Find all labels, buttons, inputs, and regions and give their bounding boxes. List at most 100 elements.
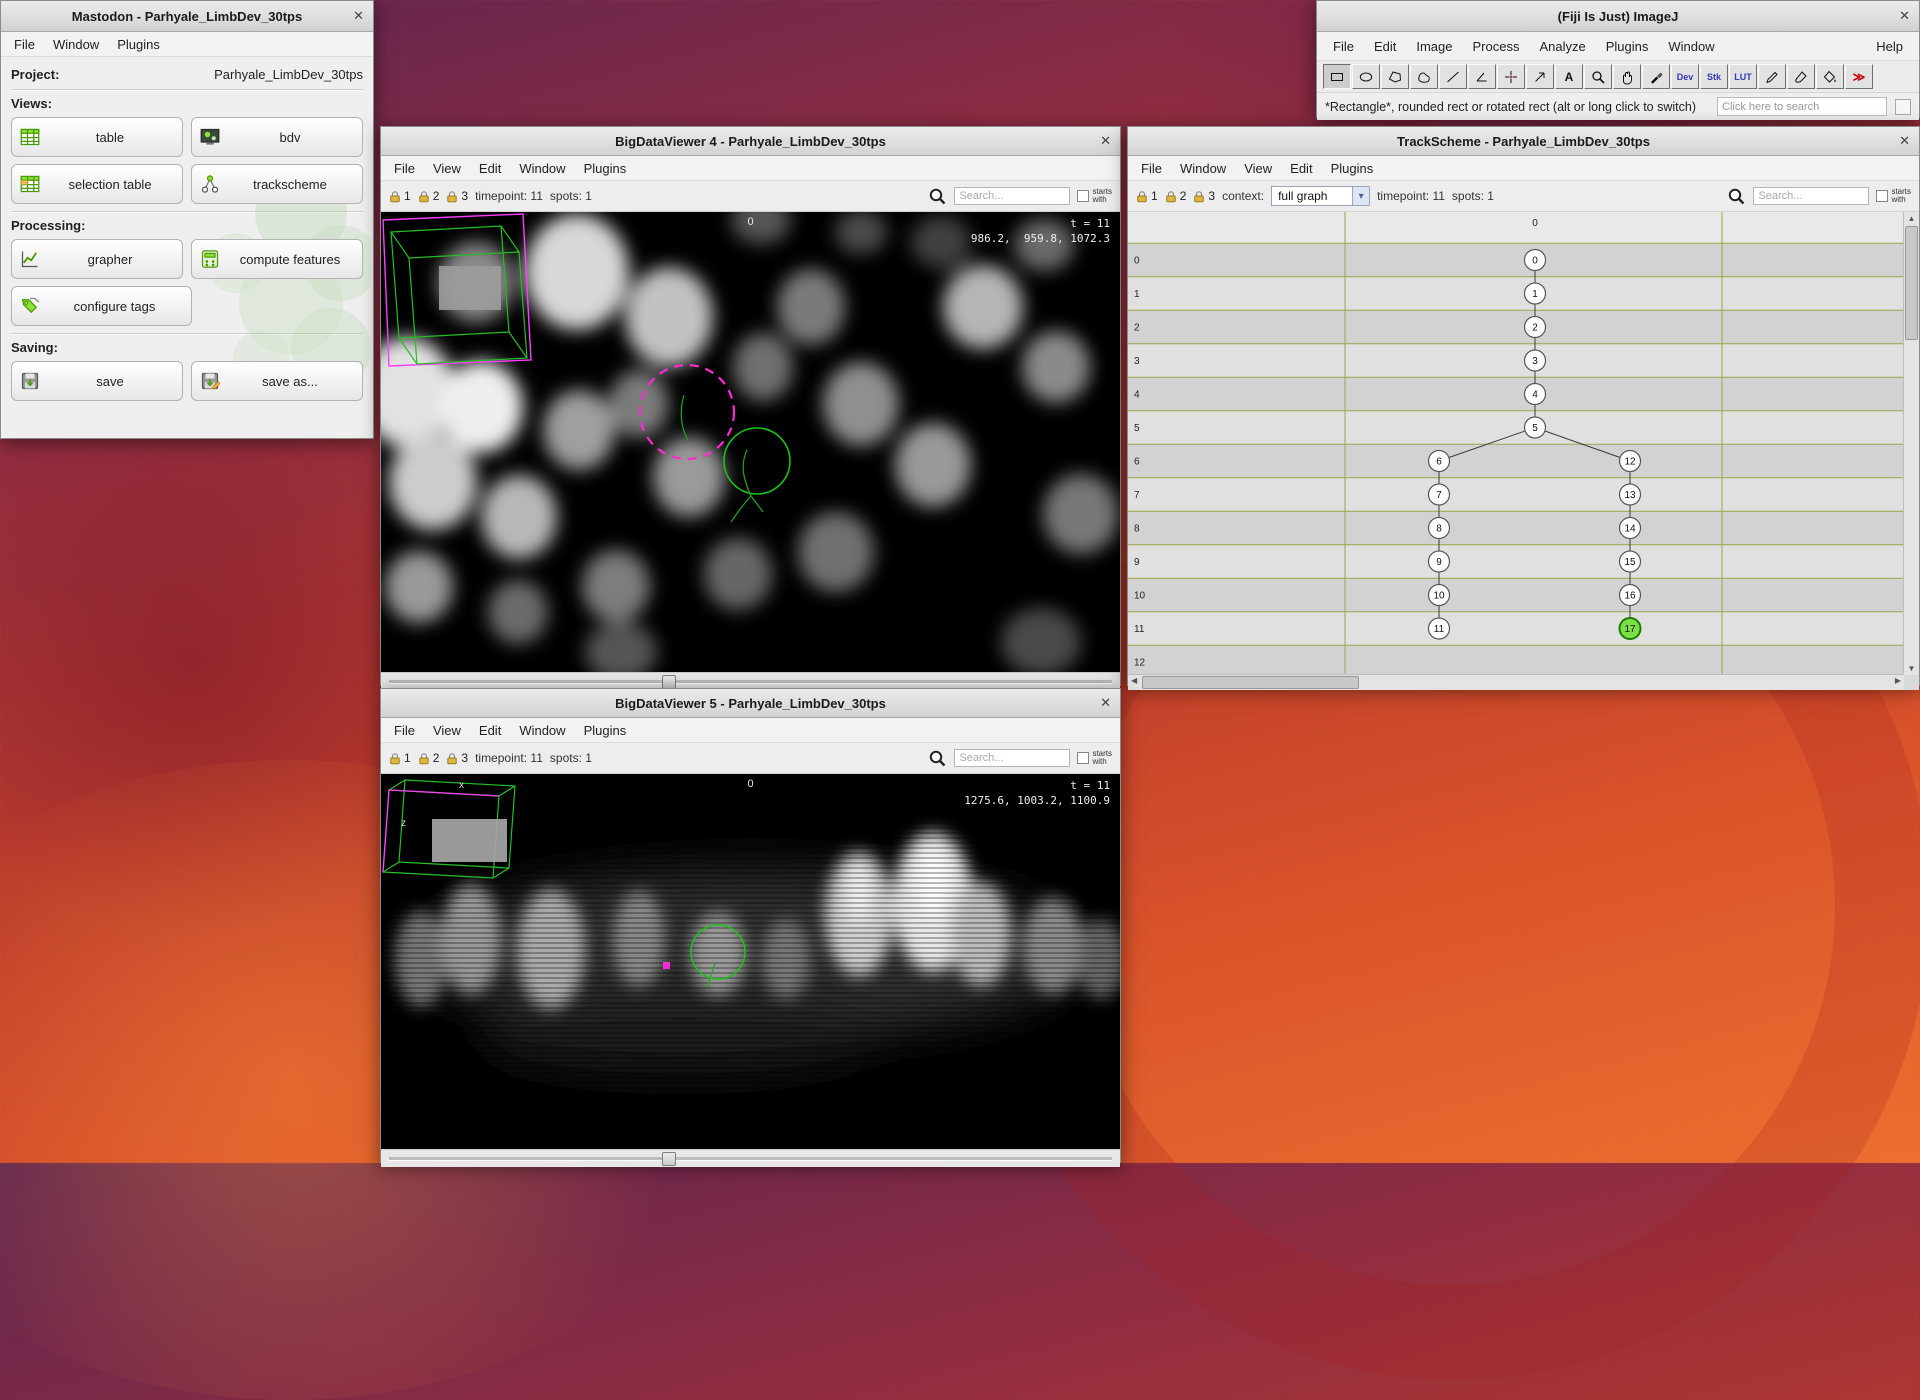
- close-icon[interactable]: ✕: [353, 8, 364, 24]
- lock-toggle-3[interactable]: 3: [446, 189, 468, 203]
- menu-file[interactable]: File: [385, 161, 424, 176]
- scroll-up-icon[interactable]: ▲: [1904, 214, 1919, 223]
- trackscheme-node[interactable]: 3: [1523, 349, 1547, 372]
- trackscheme-node[interactable]: 12: [1618, 449, 1642, 473]
- lock-toggle-2[interactable]: 2: [418, 751, 439, 765]
- lut-tool[interactable]: LUT: [1729, 64, 1757, 89]
- menu-plugins[interactable]: Plugins: [1596, 39, 1659, 54]
- more-tools-button[interactable]: ≫: [1845, 64, 1873, 89]
- configure-tags-button[interactable]: configure tags: [11, 286, 192, 326]
- selection-table-button[interactable]: selection table: [11, 164, 183, 204]
- lock-toggle-1[interactable]: 1: [389, 189, 411, 203]
- freehand-tool[interactable]: [1410, 64, 1438, 89]
- trackscheme-node[interactable]: 9: [1427, 550, 1451, 573]
- menu-edit[interactable]: Edit: [470, 161, 510, 176]
- angle-tool[interactable]: [1468, 64, 1496, 89]
- menu-file[interactable]: File: [1132, 161, 1171, 176]
- menu-file[interactable]: File: [385, 723, 424, 738]
- hand-tool[interactable]: [1613, 64, 1641, 89]
- trackscheme-node[interactable]: 13: [1618, 483, 1642, 506]
- horizontal-scrollbar[interactable]: ◀ ▶: [1128, 674, 1904, 690]
- trackscheme-node[interactable]: 2: [1523, 315, 1547, 339]
- flood-fill-tool[interactable]: [1816, 64, 1844, 89]
- menu-plugins[interactable]: Plugins: [575, 723, 636, 738]
- menu-window[interactable]: Window: [510, 161, 574, 176]
- slider-thumb[interactable]: [661, 1152, 676, 1166]
- menu-process[interactable]: Process: [1463, 39, 1530, 54]
- close-icon[interactable]: ✕: [1899, 8, 1910, 24]
- point-tool[interactable]: [1497, 64, 1525, 89]
- menu-plugins[interactable]: Plugins: [108, 37, 169, 52]
- close-icon[interactable]: ✕: [1100, 133, 1111, 149]
- starts-with-checkbox[interactable]: [1876, 190, 1889, 202]
- compute-features-button[interactable]: compute features: [191, 239, 363, 279]
- menu-window[interactable]: Window: [1171, 161, 1235, 176]
- search-icon[interactable]: [928, 749, 947, 768]
- bdv-button[interactable]: bdv: [191, 117, 363, 157]
- menu-view[interactable]: View: [424, 723, 470, 738]
- mastodon-titlebar[interactable]: Mastodon - Parhyale_LimbDev_30tps ✕: [1, 1, 373, 32]
- search-options-box[interactable]: [1895, 98, 1911, 115]
- menu-plugins[interactable]: Plugins: [1322, 161, 1383, 176]
- pencil-tool[interactable]: [1758, 64, 1786, 89]
- vertical-scrollbar[interactable]: ▲ ▼: [1903, 212, 1919, 675]
- bdv5-titlebar[interactable]: BigDataViewer 5 - Parhyale_LimbDev_30tps…: [381, 689, 1120, 718]
- menu-help[interactable]: Help: [1866, 39, 1913, 54]
- trackscheme-canvas[interactable]: 0 1 2 3 4 5 6 7 8 9 10 11 12 0 0 1 2 3 4 5 6 7 8 9 10 11 12 13 14 15 1…: [1128, 212, 1919, 690]
- dev-tool[interactable]: Dev: [1671, 64, 1699, 89]
- arrow-tool[interactable]: [1526, 64, 1554, 89]
- search-icon[interactable]: [1727, 187, 1746, 206]
- trackscheme-node[interactable]: 7: [1427, 483, 1451, 506]
- scroll-down-icon[interactable]: ▼: [1904, 664, 1919, 673]
- trackscheme-node[interactable]: 17: [1618, 617, 1642, 640]
- menu-window[interactable]: Window: [1658, 39, 1724, 54]
- trackscheme-node[interactable]: 15: [1618, 550, 1642, 573]
- imagej-search-input[interactable]: [1717, 97, 1887, 116]
- menu-file[interactable]: File: [5, 37, 44, 52]
- zoom-tool[interactable]: [1584, 64, 1612, 89]
- grapher-button[interactable]: grapher: [11, 239, 183, 279]
- bdv4-titlebar[interactable]: BigDataViewer 4 - Parhyale_LimbDev_30tps…: [381, 127, 1120, 156]
- trackscheme-node[interactable]: 16: [1618, 583, 1642, 607]
- scrollbar-thumb[interactable]: [1142, 676, 1359, 689]
- scroll-right-icon[interactable]: ▶: [1895, 676, 1901, 685]
- menu-file[interactable]: File: [1323, 39, 1364, 54]
- menu-edit[interactable]: Edit: [1281, 161, 1321, 176]
- lock-toggle-3[interactable]: 3: [1193, 189, 1215, 203]
- save-as-button[interactable]: save as...: [191, 361, 363, 401]
- context-dropdown[interactable]: full graph ▾: [1271, 186, 1371, 206]
- trackscheme-button[interactable]: trackscheme: [191, 164, 363, 204]
- trackscheme-node[interactable]: 4: [1523, 382, 1547, 406]
- polygon-tool[interactable]: [1381, 64, 1409, 89]
- lock-toggle-2[interactable]: 2: [1165, 189, 1186, 203]
- trackscheme-titlebar[interactable]: TrackScheme - Parhyale_LimbDev_30tps ✕: [1128, 127, 1919, 156]
- trackscheme-node[interactable]: 0: [1523, 248, 1547, 272]
- menu-analyze[interactable]: Analyze: [1529, 39, 1595, 54]
- menu-edit[interactable]: Edit: [1364, 39, 1406, 54]
- trackscheme-node[interactable]: 6: [1427, 449, 1451, 473]
- starts-with-checkbox[interactable]: [1077, 190, 1090, 202]
- bdv5-time-slider[interactable]: [381, 1149, 1120, 1167]
- menu-window[interactable]: Window: [510, 723, 574, 738]
- trackscheme-node[interactable]: 1: [1523, 282, 1547, 305]
- bdv4-viewer-canvas[interactable]: 0 t = 11 986.2, 959.8, 1072.3: [381, 212, 1120, 672]
- spot-ellipse-green[interactable]: [690, 924, 746, 980]
- color-picker-tool[interactable]: [1642, 64, 1670, 89]
- lock-toggle-1[interactable]: 1: [1136, 189, 1158, 203]
- rectangle-tool[interactable]: [1323, 64, 1351, 89]
- close-icon[interactable]: ✕: [1899, 133, 1910, 149]
- trackscheme-node[interactable]: 5: [1523, 416, 1547, 439]
- bdv4-search-input[interactable]: [954, 187, 1071, 205]
- spot-ellipse-magenta[interactable]: [638, 363, 736, 461]
- spot-ellipse-green[interactable]: [723, 427, 791, 495]
- table-button[interactable]: table: [11, 117, 183, 157]
- text-tool[interactable]: A: [1555, 64, 1583, 89]
- brush-tool[interactable]: [1787, 64, 1815, 89]
- scrollbar-thumb[interactable]: [1905, 226, 1918, 340]
- starts-with-checkbox[interactable]: [1077, 752, 1090, 764]
- lock-toggle-1[interactable]: 1: [389, 751, 411, 765]
- lock-toggle-3[interactable]: 3: [446, 751, 468, 765]
- trackscheme-node[interactable]: 11: [1427, 617, 1451, 640]
- menu-view[interactable]: View: [1235, 161, 1281, 176]
- bdv5-search-input[interactable]: [954, 749, 1071, 767]
